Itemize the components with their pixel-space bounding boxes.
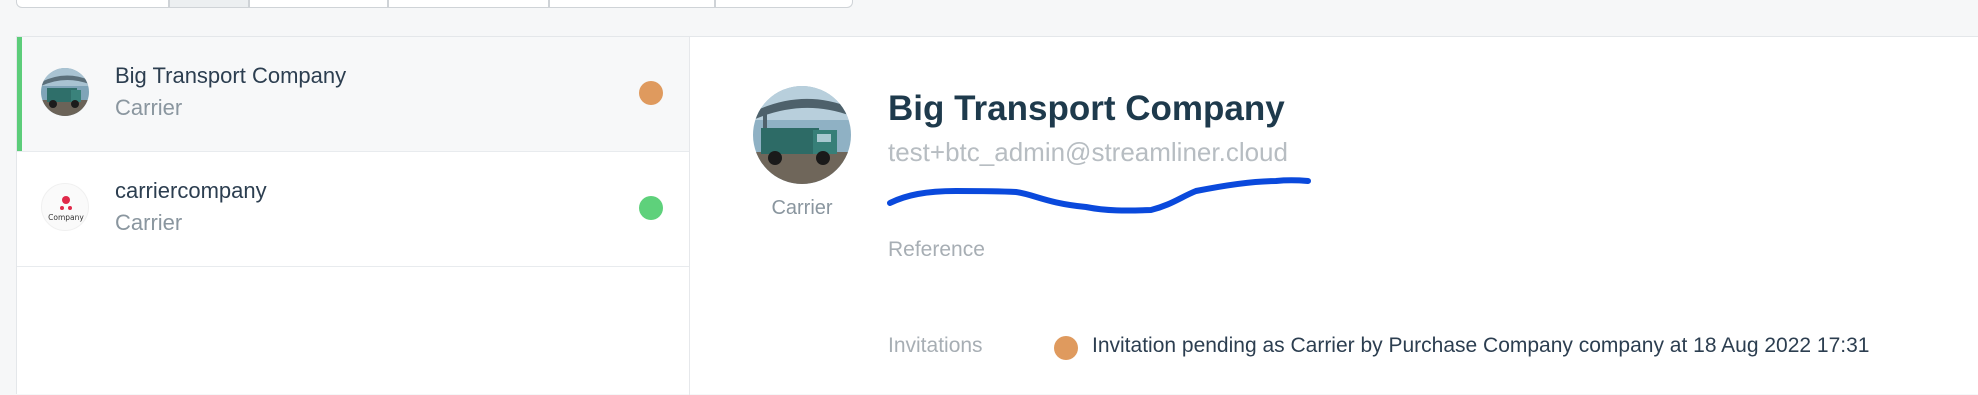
status-dot-pending [639, 81, 663, 105]
company-list: Big Transport Company Carrier Company ca… [17, 37, 690, 395]
tab-segment[interactable] [249, 0, 388, 8]
list-item[interactable]: Big Transport Company Carrier [17, 37, 689, 152]
company-logo-icon: Company [41, 183, 89, 231]
companies-card: Big Transport Company Carrier Company ca… [16, 36, 1978, 395]
truck-photo-icon [753, 86, 851, 184]
company-email: test+btc_admin@streamliner.cloud [888, 137, 1288, 167]
invitation-text: Invitation pending as Carrier by Purchas… [1092, 334, 1870, 357]
list-item[interactable]: Company carriercompany Carrier [17, 152, 689, 267]
company-title: Big Transport Company [888, 89, 1285, 128]
invitation-status-dot [1054, 336, 1078, 360]
reference-label: Reference [888, 238, 985, 261]
tab-segment[interactable] [16, 0, 169, 8]
avatar-caption: Carrier [771, 197, 833, 219]
tab-strip [16, 0, 853, 8]
status-dot-active [639, 196, 663, 220]
tab-segment[interactable] [388, 0, 549, 8]
tab-segment[interactable] [549, 0, 715, 8]
company-detail: Carrier Big Transport Company test+btc_a… [690, 37, 1978, 395]
list-item-role: Carrier [115, 210, 183, 235]
list-item-name: carriercompany [115, 178, 267, 203]
company-logo-text: Company [48, 213, 84, 222]
list-item-role: Carrier [115, 95, 183, 120]
redaction-scribble [887, 177, 1311, 214]
invitations-label: Invitations [888, 334, 983, 357]
tab-segment[interactable] [715, 0, 853, 8]
tab-segment-active[interactable] [169, 0, 249, 8]
truck-photo-icon [41, 68, 89, 116]
list-item-name: Big Transport Company [115, 63, 347, 88]
